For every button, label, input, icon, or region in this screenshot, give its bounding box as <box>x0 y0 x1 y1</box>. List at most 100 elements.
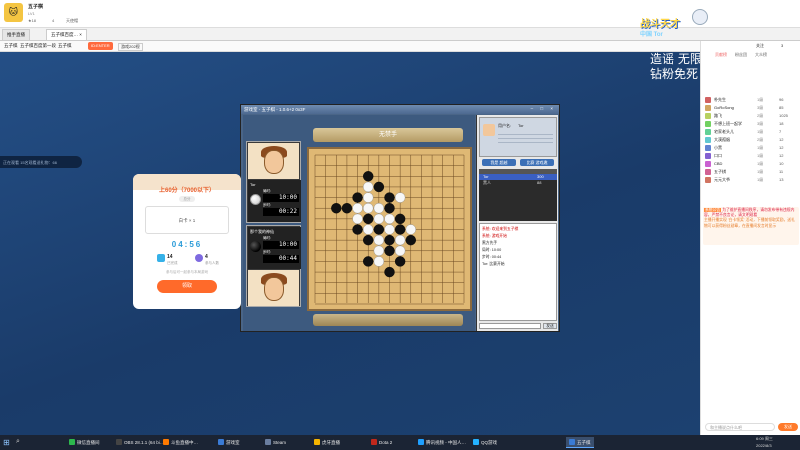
black-stone-icon <box>250 241 261 252</box>
stat-b-label: 参与人数 <box>205 261 219 265</box>
chat-line: 局时: 10:00 <box>482 248 502 252</box>
black-stone <box>331 203 342 214</box>
claim-button[interactable]: 领取 <box>157 280 217 293</box>
avatar <box>705 121 711 127</box>
taskbar-app[interactable]: 微信直播间 <box>66 437 103 448</box>
black-stone <box>363 213 374 225</box>
rank-row[interactable]: 元元大爷 1级 13 <box>705 177 797 184</box>
game-window[interactable]: 游戏室 - 五子棋 - 1.0.6+2 0x3F – □ × 无禁手 Tor 局… <box>240 104 560 332</box>
tab-stream[interactable]: 推手直播 <box>2 29 30 40</box>
address-chip[interactable]: ID:ENTER <box>88 42 113 50</box>
list-item[interactable]: 黑人 88 <box>479 180 557 186</box>
rank-row[interactable]: CBD 1级 10 <box>705 161 797 168</box>
rank-level: 2级 <box>757 137 764 142</box>
player-info: Tor 局时: 10:00 步时: 00:22 <box>248 180 301 222</box>
streamer-title: 战斗天才 <box>640 19 680 30</box>
black-stone <box>384 245 395 256</box>
avatar <box>705 161 711 167</box>
black-stone <box>384 203 395 214</box>
rank-row[interactable]: 宅家老头儿 1级 7 <box>705 129 797 136</box>
tab-public[interactable]: 大众榜 <box>755 52 767 58</box>
rank-value: 85 <box>779 105 784 110</box>
white-stone <box>394 245 406 256</box>
avatar <box>705 145 711 151</box>
follow-button[interactable]: 关注 <box>756 43 764 49</box>
user-avatar[interactable]: 🐱 <box>4 3 23 22</box>
taskbar-app[interactable]: QQ游戏 <box>470 437 500 448</box>
rank-value: 12 <box>779 145 784 150</box>
rank-row[interactable]: 五子棋 1级 11 <box>705 169 797 176</box>
popup-note: 参与后可一起参与本局游戏 <box>166 270 208 274</box>
white-stone <box>384 213 395 225</box>
taskbar-app[interactable]: 五子棋 <box>566 437 594 448</box>
rank-name: GoRoSong <box>714 105 734 110</box>
chat-input[interactable]: 和主播说点什么吧 <box>705 423 775 431</box>
tab-label: 五子棋百度… <box>51 32 78 37</box>
chat-line: 步时: 00:44 <box>482 255 502 259</box>
game-chat-log: 系统: 欢迎来到五子棋 系统: 游戏开始 黑方先手 局时: 10:00 步时: … <box>479 223 557 321</box>
rank-level: 2级 <box>757 113 764 118</box>
rank-row[interactable]: GoRoSong 3级 85 <box>705 105 797 112</box>
address-extra[interactable]: 游戏202视 <box>118 43 143 51</box>
avatar <box>705 105 711 111</box>
astronaut-icon <box>692 9 708 25</box>
rank-name: 口口 <box>714 153 722 158</box>
game-side-panel: 用户名: Tor 我是 超越 比赛 游戏邀 Tor 300 黑人 88 系统: 欢迎… <box>476 115 558 331</box>
rank-value: 12 <box>779 137 784 142</box>
rank-level: 1级 <box>757 161 764 166</box>
rank-row[interactable]: 路飞 2级 1025 <box>705 113 797 120</box>
rank-row[interactable]: 朴先生 1级 96 <box>705 97 797 104</box>
tab-fans[interactable]: 粉丝团 <box>735 52 747 58</box>
board-grid[interactable] <box>309 149 470 309</box>
white-stone <box>394 192 406 203</box>
taskbar-app[interactable]: 腾讯视频 - 中国人… <box>415 437 469 448</box>
white-stone <box>363 224 374 235</box>
popup-title: 上60分（7000以下） <box>158 188 216 194</box>
search-icon[interactable]: ⌕ <box>16 438 20 446</box>
game-send-button[interactable]: 发送 <box>543 323 557 329</box>
rank-row[interactable]: 不想上班一起学 3级 18 <box>705 121 797 128</box>
window-controls[interactable]: – □ × <box>531 106 556 111</box>
black-stone <box>384 234 395 246</box>
rank-level: 1级 <box>757 97 764 102</box>
avatar <box>705 169 711 175</box>
avatar <box>705 129 711 135</box>
game-title-bar[interactable]: 游戏室 - 五子棋 - 1.0.6+2 0x3F – □ × <box>241 105 559 114</box>
player-name: Tor <box>250 182 256 187</box>
close-icon[interactable]: × <box>79 32 82 37</box>
player-list: Tor 300 黑人 88 <box>479 169 557 221</box>
breadcrumb-item[interactable]: 五子棋 <box>58 43 72 49</box>
user-level: LV1 <box>28 11 35 16</box>
taskbar-app[interactable]: 虎牙直播 <box>311 437 343 448</box>
taskbar-app[interactable]: 游戏室 <box>215 437 243 448</box>
gomoku-board[interactable] <box>307 147 472 311</box>
white-stone <box>373 203 385 214</box>
countdown-timer: 04:56 <box>171 240 203 249</box>
game-chat-input[interactable] <box>479 323 541 329</box>
rank-row[interactable]: 大漠孤烟 2级 12 <box>705 137 797 144</box>
popup-input[interactable]: 白卡 × 1 <box>145 206 229 234</box>
rank-list: 朴先生 1级 96 GoRoSong 3级 85 路飞 2级 1025 不想上班一起学 3级 18 宅家… <box>701 95 800 205</box>
black-stone <box>352 192 363 203</box>
start-icon[interactable]: ⊞ <box>3 438 10 447</box>
taskbar-app[interactable]: Steam <box>262 437 289 448</box>
rank-name: 元元大爷 <box>714 177 730 182</box>
primary-action-button[interactable]: 我是 超越 <box>482 159 516 166</box>
rank-name: 大漠孤烟 <box>714 137 730 142</box>
taskbar-app[interactable]: Dota 2 <box>368 437 395 448</box>
white-stone-icon <box>250 194 261 205</box>
white-stone <box>363 192 374 203</box>
rank-row[interactable]: 小黑 1级 12 <box>705 145 797 152</box>
rank-row[interactable]: 口口 1级 12 <box>705 153 797 160</box>
breadcrumb-item[interactable]: 五子棋百度第一段 <box>20 43 56 49</box>
tab-contribution[interactable]: 贡献榜 <box>715 52 727 58</box>
player-info: 那个我的神仙 局时: 10:00 步时: 00:44 <box>248 227 301 269</box>
chat-send-button[interactable]: 发送 <box>778 423 798 431</box>
secondary-action-button[interactable]: 比赛 游戏邀 <box>520 159 554 166</box>
tab-gomoku[interactable]: 五子棋百度… × <box>46 29 87 40</box>
taskbar-app[interactable]: 斗鱼直播中… <box>160 437 201 448</box>
game-title: 游戏室 - 五子棋 - 1.0.6+2 0x3F <box>244 107 306 112</box>
rank-value: 12 <box>779 153 784 158</box>
chat-line: 系统: 欢迎来到五子棋 <box>482 227 519 231</box>
profile-value: Tor <box>518 123 524 128</box>
